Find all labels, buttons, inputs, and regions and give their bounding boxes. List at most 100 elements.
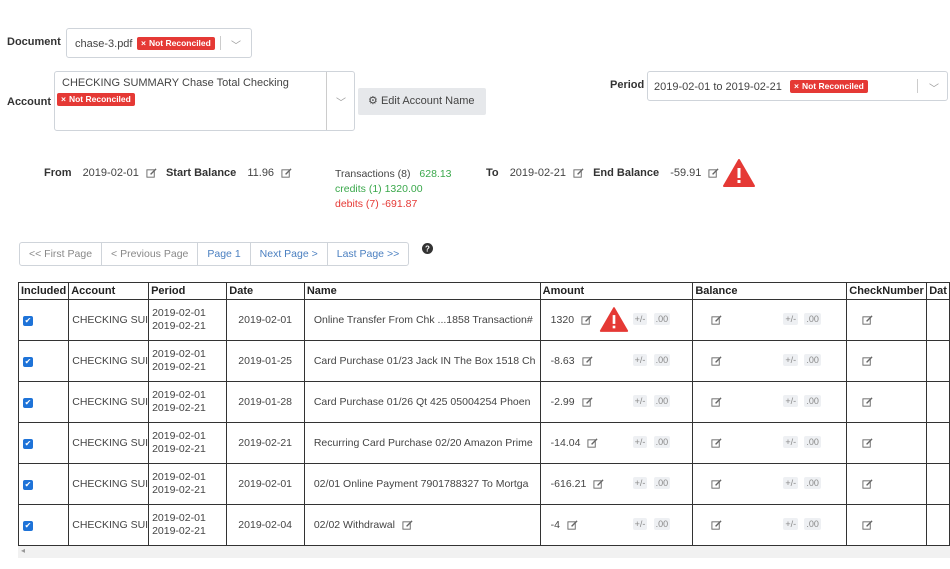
edit-icon[interactable] [711, 315, 722, 326]
header-account[interactable]: Account [68, 282, 150, 300]
edit-icon[interactable] [581, 356, 593, 367]
edit-icon[interactable] [862, 397, 873, 408]
edit-icon[interactable] [146, 168, 157, 179]
included-checkbox[interactable]: ✔ [23, 439, 33, 449]
edit-icon[interactable] [711, 479, 722, 490]
table-row: ✔ CHECKING SUI 2019-02-01 2019-02-21 2019-01… [17, 381, 950, 423]
edit-icon[interactable] [567, 520, 578, 531]
edit-icon[interactable] [708, 168, 720, 179]
help-icon[interactable]: ? [422, 243, 433, 254]
plus-minus-button[interactable]: +/- [783, 477, 799, 489]
page-1-button[interactable]: Page 1 [198, 243, 251, 265]
transaction-name: Recurring Card Purchase 02/20 Amazon Pri… [313, 437, 533, 449]
plus-minus-button[interactable]: +/- [783, 313, 799, 325]
plus-minus-button[interactable]: +/- [632, 313, 648, 325]
name-cell[interactable]: 02/01 Online Payment 7901788327 To Mortg… [303, 463, 541, 505]
header-date[interactable]: Date [226, 282, 305, 300]
plus-minus-button[interactable]: +/- [632, 477, 648, 489]
edit-icon[interactable] [573, 168, 584, 179]
included-checkbox[interactable]: ✔ [23, 480, 33, 490]
edit-icon[interactable] [862, 315, 873, 326]
plus-minus-button[interactable]: +/- [783, 354, 799, 366]
zero-decimal-button[interactable]: .00 [653, 436, 671, 448]
edit-icon[interactable] [402, 520, 413, 531]
zero-decimal-button[interactable]: .00 [653, 395, 671, 407]
edit-icon[interactable] [587, 438, 598, 449]
included-checkbox[interactable]: ✔ [23, 398, 33, 408]
period-start: 2019-02-01 [152, 512, 206, 524]
last-page-button[interactable]: Last Page >> [328, 243, 408, 265]
period-end: 2019-02-21 [152, 320, 206, 332]
date-extra-cell [926, 504, 950, 546]
zero-decimal-button[interactable]: .00 [653, 313, 671, 325]
included-checkbox[interactable]: ✔ [23, 521, 33, 531]
first-page-button[interactable]: << First Page [20, 243, 103, 265]
plus-minus-button[interactable]: +/- [783, 436, 799, 448]
zero-decimal-button[interactable]: .00 [653, 477, 671, 489]
scroll-left-icon[interactable]: ◂ [21, 546, 25, 555]
edit-icon[interactable] [593, 479, 604, 490]
plus-minus-button[interactable]: +/- [783, 395, 799, 407]
horizontal-scrollbar[interactable]: ◂ [18, 546, 950, 558]
edit-icon[interactable] [281, 168, 292, 179]
name-cell[interactable]: 02/02 Withdrawal [303, 504, 541, 546]
included-checkbox[interactable]: ✔ [23, 357, 33, 367]
zero-decimal-button[interactable]: .00 [804, 395, 821, 407]
edit-icon[interactable] [862, 356, 873, 367]
zero-decimal-button[interactable]: .00 [653, 354, 671, 366]
edit-icon[interactable] [581, 315, 592, 326]
chevron-down-icon[interactable]: ﹀ [231, 37, 241, 52]
edit-icon[interactable] [711, 438, 722, 449]
period-select[interactable]: 2019-02-01 to 2019-02-21 × Not Reconciled… [647, 71, 948, 101]
chevron-down-icon[interactable]: ﹀ [929, 80, 939, 95]
date-extra-cell [926, 340, 950, 382]
balance-cell: +/- .00 [692, 340, 848, 382]
header-checknumber[interactable]: CheckNumber [846, 282, 928, 300]
remove-icon[interactable]: × [794, 81, 799, 91]
edit-icon[interactable] [862, 438, 873, 449]
zero-decimal-button[interactable]: .00 [653, 518, 671, 530]
name-cell[interactable]: Card Purchase 01/26 Qt 425 05004254 Phoe… [303, 381, 541, 423]
zero-decimal-button[interactable]: .00 [804, 477, 821, 489]
edit-icon[interactable] [862, 520, 873, 531]
account-select[interactable]: CHECKING SUMMARY Chase Total Checking × N… [54, 71, 355, 131]
zero-decimal-button[interactable]: .00 [804, 354, 821, 366]
plus-minus-button[interactable]: +/- [783, 518, 799, 530]
edit-account-name-button[interactable]: ⚙ Edit Account Name [358, 88, 486, 115]
plus-minus-button[interactable]: +/- [632, 518, 648, 530]
amount-value: -8.63 [550, 355, 575, 367]
remove-icon[interactable]: × [141, 38, 146, 48]
edit-icon[interactable] [711, 356, 722, 367]
header-balance[interactable]: Balance [692, 282, 848, 300]
edit-icon[interactable] [711, 520, 722, 531]
remove-icon[interactable]: × [61, 94, 66, 104]
plus-minus-button[interactable]: +/- [632, 395, 648, 407]
document-select[interactable]: chase-3.pdf × Not Reconciled ﹀ [66, 28, 252, 58]
edit-icon[interactable] [581, 397, 593, 408]
zero-decimal-button[interactable]: .00 [804, 313, 821, 325]
chevron-down-icon[interactable]: ﹀ [336, 94, 346, 109]
plus-minus-button[interactable]: +/- [632, 436, 648, 448]
checknumber-cell [846, 381, 928, 423]
header-period[interactable]: Period [148, 282, 228, 300]
period-end: 2019-02-21 [152, 361, 206, 373]
checknumber-cell [846, 463, 928, 505]
header-included[interactable]: Included [17, 282, 70, 300]
previous-page-button[interactable]: < Previous Page [102, 243, 199, 265]
zero-decimal-button[interactable]: .00 [804, 436, 821, 448]
transactions-summary: Transactions (8) 628.13 credits (1) 1320… [335, 167, 452, 212]
name-cell[interactable]: Online Transfer From Chk ...1858 Transac… [303, 299, 541, 341]
date-cell: 2019-01-28 [226, 381, 305, 423]
edit-icon[interactable] [862, 479, 873, 490]
header-date-truncated[interactable]: Dat [926, 282, 950, 300]
name-cell[interactable]: Card Purchase 01/23 Jack IN The Box 1518… [303, 340, 541, 382]
plus-minus-button[interactable]: +/- [632, 354, 648, 366]
header-name[interactable]: Name [303, 282, 541, 300]
edit-icon[interactable] [711, 397, 722, 408]
included-checkbox[interactable]: ✔ [23, 316, 33, 326]
header-amount[interactable]: Amount [539, 282, 694, 300]
name-cell[interactable]: Recurring Card Purchase 02/20 Amazon Pri… [303, 422, 541, 464]
to-value: 2019-02-21 [509, 167, 566, 179]
zero-decimal-button[interactable]: .00 [804, 518, 821, 530]
next-page-button[interactable]: Next Page > [251, 243, 328, 265]
